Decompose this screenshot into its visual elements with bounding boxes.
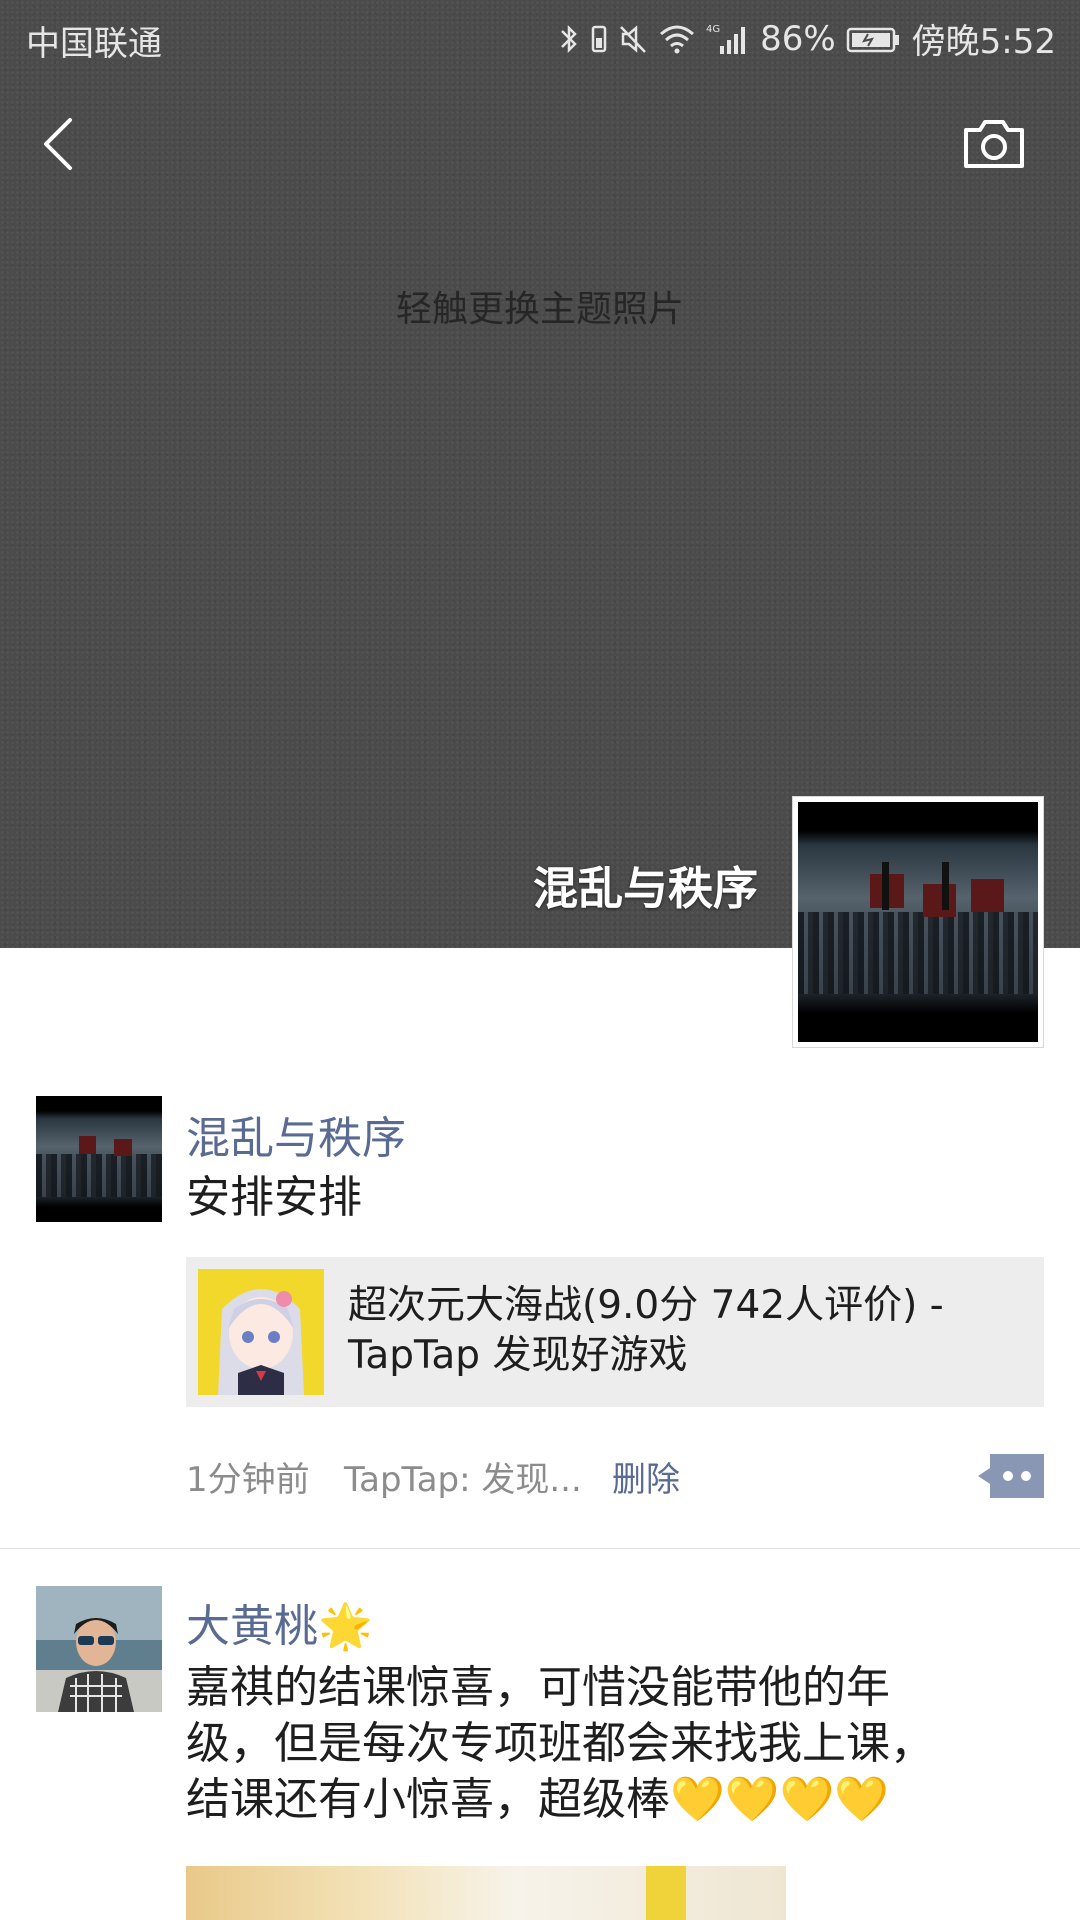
post-divider bbox=[0, 1548, 1080, 1549]
network-label: 4G bbox=[706, 24, 720, 35]
post-text-line: 结课还有小惊喜，超级棒💛💛💛💛 bbox=[186, 1774, 890, 1825]
post-source[interactable]: TapTap: 发现... bbox=[344, 1452, 582, 1501]
profile-name: 混乱与秩序 bbox=[532, 862, 758, 915]
chevron-left-icon bbox=[44, 118, 72, 170]
avatar-image bbox=[36, 1096, 162, 1222]
post-time: 1分钟前 bbox=[186, 1460, 310, 1500]
back-button[interactable] bbox=[34, 112, 84, 176]
change-cover-hint[interactable]: 轻触更换主题照片 bbox=[0, 280, 1080, 332]
wifi-icon bbox=[660, 25, 695, 53]
clock: 傍晚5:52 bbox=[911, 22, 1056, 62]
delete-button[interactable]: 删除 bbox=[612, 1452, 680, 1501]
status-bar: 中国联通 4G 86% 傍晚5:52 bbox=[0, 0, 1080, 76]
avatar-image bbox=[36, 1586, 162, 1712]
post-image[interactable] bbox=[186, 1866, 786, 1920]
post-author[interactable]: 混乱与秩序 bbox=[186, 1102, 406, 1166]
camera-icon bbox=[964, 120, 1024, 168]
mute-icon bbox=[620, 24, 646, 53]
profile-avatar[interactable] bbox=[792, 796, 1044, 1048]
post-avatar[interactable] bbox=[36, 1586, 162, 1712]
post-text: 嘉祺的结课惊喜，可惜没能带他的年 级，但是每次专项班都会来找我上课， 结课还有小… bbox=[186, 1660, 1046, 1828]
vibrate-icon bbox=[591, 25, 607, 52]
battery-icon bbox=[846, 27, 899, 52]
author-name: 大黄桃 bbox=[186, 1601, 318, 1652]
post-text-line: 级，但是每次专项班都会来找我上课， bbox=[186, 1718, 934, 1769]
status-icons: 4G 86% 傍晚5:52 bbox=[558, 14, 1056, 63]
link-title: 超次元大海战(9.0分 742人评价) - TapTap 发现好游戏 bbox=[348, 1283, 944, 1378]
avatar-image bbox=[798, 802, 1038, 1042]
star-emoji: 🌟 bbox=[318, 1601, 373, 1652]
post-author[interactable]: 大黄桃🌟 bbox=[186, 1590, 373, 1654]
shared-link-card[interactable]: 超次元大海战(9.0分 742人评价) - TapTap 发现好游戏 bbox=[186, 1257, 1044, 1407]
comment-button[interactable] bbox=[978, 1454, 1044, 1498]
battery-percent: 86% bbox=[760, 18, 836, 59]
post-avatar[interactable] bbox=[36, 1096, 162, 1222]
post-text-line: 嘉祺的结课惊喜，可惜没能带他的年 bbox=[186, 1662, 890, 1713]
camera-button[interactable] bbox=[962, 116, 1026, 172]
signal-icon: 4G bbox=[706, 24, 746, 54]
bluetooth-icon bbox=[561, 24, 577, 53]
carrier-label: 中国联通 bbox=[26, 24, 162, 64]
link-thumbnail bbox=[198, 1269, 324, 1395]
post-text: 安排安排 bbox=[186, 1172, 362, 1223]
comment-dots-icon bbox=[978, 1454, 1044, 1498]
